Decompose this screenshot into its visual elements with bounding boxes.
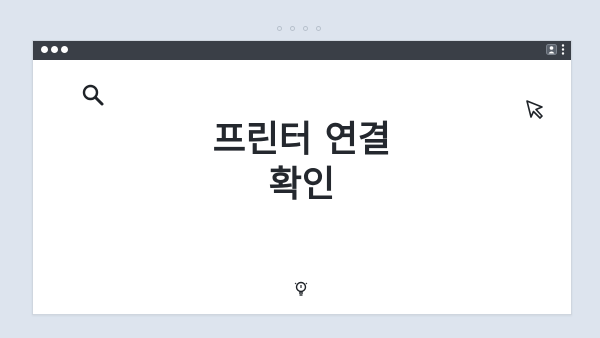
- search-icon: [82, 84, 104, 106]
- pagination-dots: [277, 26, 321, 31]
- window-content: 프린터 연결 확인: [33, 60, 571, 316]
- pagination-dot: [316, 26, 321, 31]
- pagination-dot: [290, 26, 295, 31]
- window-control-dot[interactable]: [61, 46, 68, 53]
- pagination-dot: [277, 26, 282, 31]
- pagination-dot: [303, 26, 308, 31]
- kebab-menu-icon[interactable]: [561, 44, 565, 55]
- window-control-dot[interactable]: [51, 46, 58, 53]
- window-controls: [41, 46, 68, 53]
- titlebar-actions: [546, 44, 565, 55]
- window-control-dot[interactable]: [41, 46, 48, 53]
- title-line-1: 프린터 연결: [212, 119, 392, 160]
- title-line-2: 확인: [268, 164, 336, 205]
- user-icon[interactable]: [546, 44, 557, 55]
- window-titlebar: [33, 41, 571, 60]
- browser-window: 프린터 연결 확인: [32, 40, 572, 315]
- page-title: 프린터 연결 확인: [33, 117, 571, 207]
- lightbulb-icon: [294, 281, 308, 296]
